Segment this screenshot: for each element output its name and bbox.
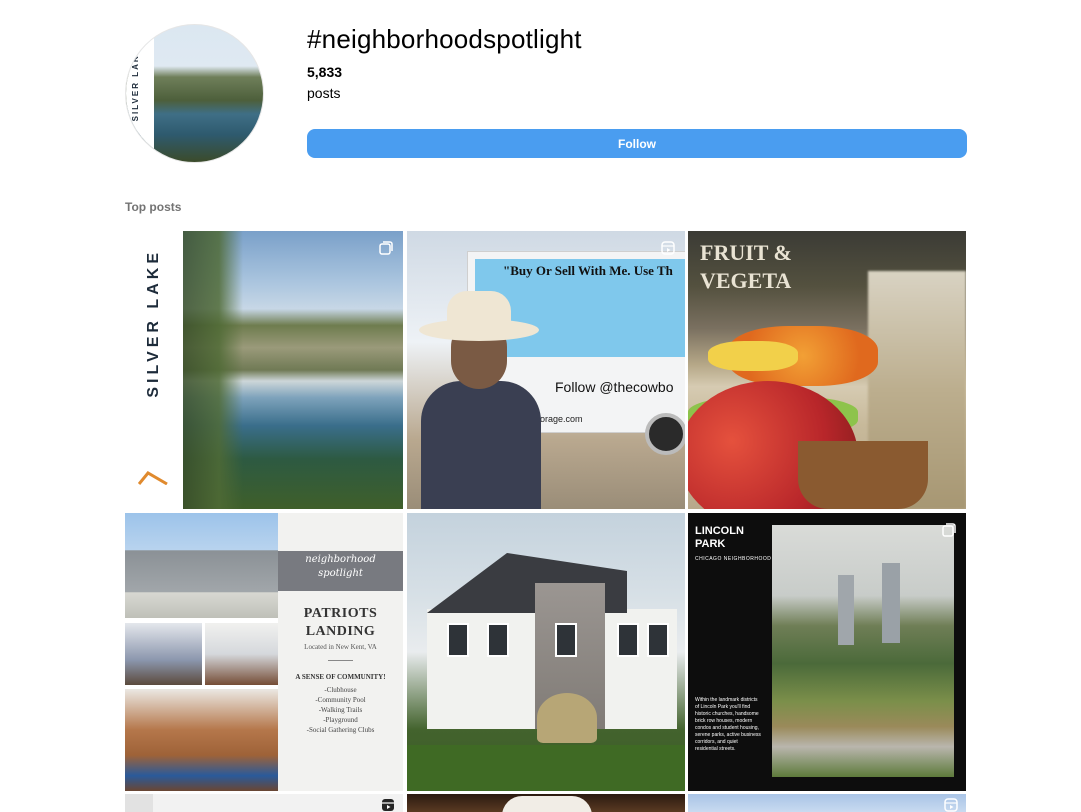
ornamental-grass [537, 693, 597, 743]
top-posts-heading: Top posts [125, 200, 182, 214]
park-name: LINCOLN PARK [695, 525, 744, 551]
hat-top [447, 291, 511, 331]
title-line-1: PATRIOTS [303, 606, 378, 621]
community-title: PATRIOTS LANDING [278, 605, 403, 641]
kitchen-photo [125, 689, 278, 791]
window [555, 623, 577, 657]
post-image [183, 231, 403, 509]
park-name-line-2: PARK [695, 538, 726, 550]
park-description: Within the landmark districts of Lincoln… [695, 697, 761, 752]
feature-item: -Walking Trails [318, 706, 363, 714]
community-location: Located in New Kent, VA [304, 643, 377, 651]
title-line-2: LANDING [305, 624, 376, 639]
room-photo [205, 623, 278, 685]
skyscraper [882, 563, 900, 643]
window [487, 623, 509, 657]
house-photo [125, 513, 278, 618]
reel-icon [944, 798, 958, 812]
dining-photo [125, 623, 202, 685]
post-silver-lake[interactable]: SILVER LAKE [125, 231, 403, 509]
post-partial[interactable] [407, 794, 685, 812]
person-body [421, 381, 541, 509]
post-white-house[interactable] [407, 513, 685, 791]
truck-banner-text: "Buy Or Sell With Me. Use Th [503, 263, 673, 278]
post-patriots-landing[interactable]: neighborhood spotlight PATRIOTS LANDING … [125, 513, 403, 791]
feature-item: -Community Pool [315, 696, 366, 704]
avatar-label: SILVER LAKE [131, 47, 140, 122]
hashtag-avatar: SILVER LAKE [125, 24, 264, 163]
divider [328, 660, 353, 661]
info-panel: neighborhood spotlight PATRIOTS LANDING … [278, 513, 403, 791]
window [647, 623, 669, 657]
lawn [407, 745, 685, 791]
carousel-icon [379, 241, 393, 255]
script-line-2: spotlight [318, 568, 363, 579]
sign-line-2: VEGETA [700, 268, 792, 293]
sign-line-1: FRUIT & [700, 240, 792, 265]
post-vertical-text: SILVER LAKE [145, 249, 162, 398]
feature-item: -Social Gathering Clubs [306, 726, 375, 734]
posts-label: posts [307, 85, 341, 101]
basket [798, 441, 928, 509]
hashtag-header: SILVER LAKE #neighborhoodspotlight 5,833… [125, 24, 967, 164]
post-partial[interactable] [125, 794, 403, 812]
post-cowboy-truck[interactable]: "Buy Or Sell With Me. Use Th Follow @the… [407, 231, 685, 509]
window [617, 623, 639, 657]
produce-sign: FRUIT & VEGETA [700, 239, 792, 295]
feature-item: -Clubhouse [324, 686, 357, 694]
feature-item: -Playground [323, 716, 358, 724]
park-subtitle: CHICAGO NEIGHBORHOOD [695, 556, 772, 562]
post-partial[interactable] [688, 794, 966, 812]
post-count: 5,833 [307, 64, 343, 80]
reel-icon [661, 241, 675, 255]
window [447, 623, 469, 657]
post-lincoln-park[interactable]: LINCOLN PARK CHICAGO NEIGHBORHOOD Within… [688, 513, 966, 791]
park-name-line-1: LINCOLN [695, 525, 744, 537]
skyscraper [838, 575, 854, 645]
truck-follow-text: Follow @thecowbo [555, 379, 674, 395]
script-heading: neighborhood spotlight [278, 553, 403, 581]
carousel-icon [942, 523, 956, 537]
post-produce[interactable]: FRUIT & VEGETA [688, 231, 966, 509]
truck-wheel [645, 413, 685, 455]
reel-icon [382, 799, 394, 811]
lemons [708, 341, 798, 371]
feature-list: -Clubhouse -Community Pool -Walking Trai… [278, 685, 403, 735]
roof-logo-icon [138, 471, 168, 485]
post-image [772, 525, 954, 777]
truck-site-text: orage.com [540, 414, 583, 424]
script-line-1: neighborhood [305, 554, 376, 565]
coffee-cup [502, 796, 592, 812]
page-title: #neighborhoodspotlight [307, 24, 582, 54]
post-image [125, 794, 153, 812]
follow-button[interactable]: Follow [307, 129, 967, 158]
community-headline: A SENSE OF COMMUNITY! [295, 673, 386, 681]
